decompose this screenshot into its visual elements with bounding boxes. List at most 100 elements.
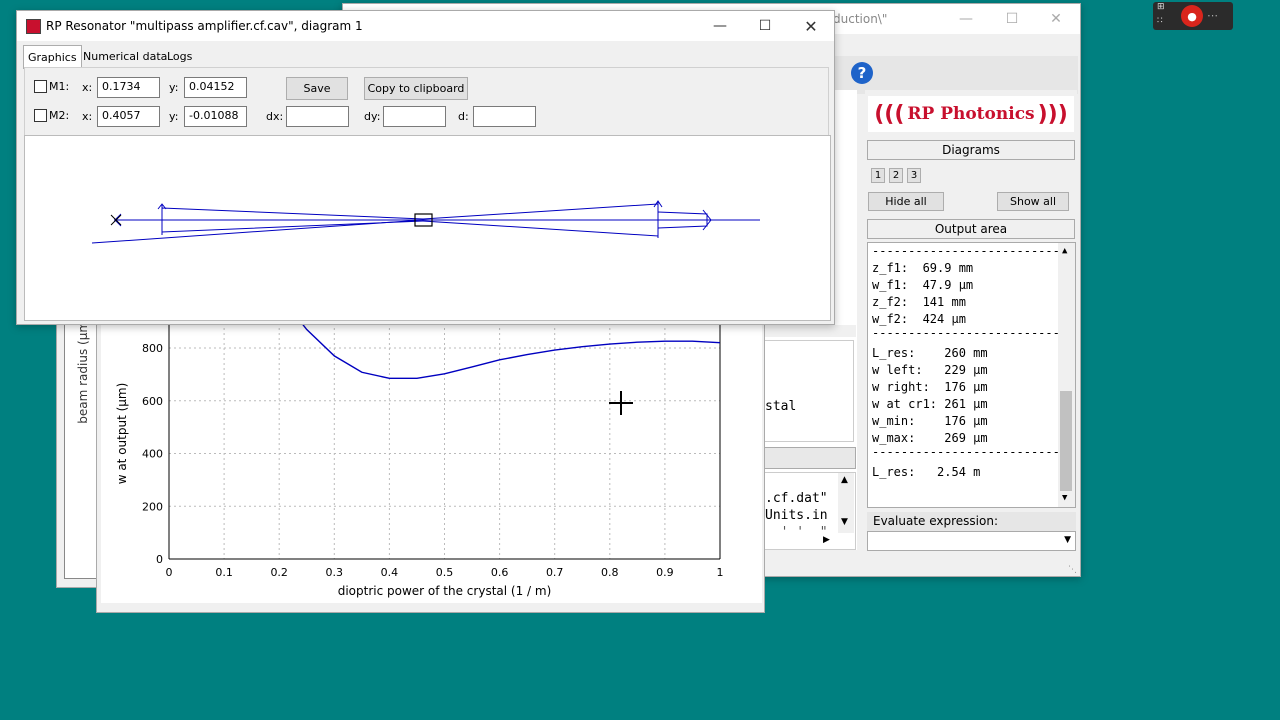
x-tick-label: 0.3 <box>326 566 344 579</box>
window-title: RP Resonator "multipass amplifier.cf.cav… <box>46 19 363 33</box>
output-lines: ------------------------------ z_f1: 69.… <box>872 245 1058 481</box>
resize-grip-icon[interactable]: ⋱ <box>1068 565 1077 575</box>
output-line: w at cr1: 261 µm <box>872 397 988 411</box>
main-output-fragment: stal <box>764 340 854 442</box>
chevron-up-icon[interactable]: ▲ <box>841 475 848 485</box>
close-icon[interactable]: ✕ <box>788 11 834 41</box>
diagram-window: RP Resonator "multipass amplifier.cf.cav… <box>16 10 835 325</box>
y-tick-label: 0 <box>156 553 163 566</box>
output-line: w right: 176 µm <box>872 380 988 394</box>
main-gray-strip <box>764 325 856 337</box>
app-icon <box>26 19 41 34</box>
output-line: ------------------------------ <box>872 326 1058 340</box>
x-axis-label: dioptric power of the crystal (1 / m) <box>338 584 552 598</box>
copy-to-clipboard-button[interactable]: Copy to clipboard <box>364 77 468 100</box>
diagram-button-1[interactable]: 1 <box>871 168 885 183</box>
diagram-button-3[interactable]: 3 <box>907 168 921 183</box>
crosshair-cursor <box>620 391 622 415</box>
tab-graphics[interactable]: Graphics <box>23 45 82 69</box>
main-script-header <box>764 447 856 469</box>
m2-y-label: y: <box>169 110 179 123</box>
chevron-down-icon[interactable]: ▼ <box>1062 493 1067 503</box>
script-line: ' ' " <box>765 525 828 540</box>
series-line <box>300 323 721 380</box>
m1-checkbox[interactable] <box>34 80 47 93</box>
m2-checkbox[interactable] <box>34 109 47 122</box>
m1-label: M1: <box>49 80 70 93</box>
m1-x-field[interactable]: 0.1734 <box>97 77 160 98</box>
x-tick-label: 1 <box>717 566 724 579</box>
evaluate-label: Evaluate expression: <box>867 512 1076 531</box>
chevron-down-icon[interactable]: ▼ <box>841 517 848 527</box>
y-tick-label: 600 <box>142 395 163 408</box>
output-line: L_res: 2.54 m <box>872 465 981 479</box>
widget-settings-icon[interactable]: ⋯ <box>1207 9 1218 22</box>
maximize-icon[interactable]: ☐ <box>742 11 788 41</box>
scrollbar-thumb[interactable] <box>1060 391 1072 491</box>
x-tick-label: 0.2 <box>270 566 288 579</box>
dx-label: dx: <box>266 110 284 123</box>
m1-y-label: y: <box>169 81 179 94</box>
logo-right-arcs: ))) <box>1037 101 1068 127</box>
m1-y-field[interactable]: 0.04152 <box>184 77 247 98</box>
x-tick-label: 0 <box>166 566 173 579</box>
tab-logs[interactable]: Logs <box>163 45 196 67</box>
microphone-icon[interactable]: ● <box>1181 5 1203 27</box>
maximize-icon[interactable]: ☐ <box>989 4 1035 34</box>
minimize-icon[interactable]: — <box>943 4 989 34</box>
x-tick-label: 0.5 <box>436 566 454 579</box>
m2-label: M2: <box>49 109 70 122</box>
m1-x-label: x: <box>82 81 93 94</box>
show-all-button[interactable]: Show all <box>997 192 1069 211</box>
diagram-titlebar: RP Resonator "multipass amplifier.cf.cav… <box>17 11 834 41</box>
output-line: z_f1: 69.9 mm <box>872 261 974 275</box>
x-tick-label: 0.6 <box>491 566 509 579</box>
m2-y-field[interactable]: -0.01088 <box>184 106 247 127</box>
logo-text: RP Photonics <box>907 104 1035 124</box>
script-line: .cf.dat" <box>765 491 828 506</box>
x-tick-label: 0.4 <box>381 566 399 579</box>
help-icon[interactable]: ? <box>851 62 873 84</box>
hide-all-button[interactable]: Hide all <box>868 192 944 211</box>
tab-numerical-data[interactable]: Numerical data <box>79 45 171 67</box>
close-icon[interactable]: ✕ <box>1033 4 1079 34</box>
output-line: L_res: 260 mm <box>872 346 988 360</box>
diagrams-header: Diagrams <box>867 140 1075 160</box>
m2-x-field[interactable]: 0.4057 <box>97 106 160 127</box>
y-tick-label: 400 <box>142 448 163 461</box>
output-line: w_min: 176 µm <box>872 414 988 428</box>
recording-widget: ⊞ ∷ ● ⋯ <box>1153 2 1233 30</box>
output-scrollbar[interactable]: ▲ ▼ <box>1058 243 1075 507</box>
output-line: ------------------------------ <box>872 445 1058 459</box>
script-scrollbar[interactable]: ▲ ▼ <box>838 473 854 533</box>
widget-grid-icon[interactable]: ∷ <box>1157 16 1163 26</box>
outer-ylabel: beam radius (µm) <box>76 316 90 424</box>
dy-field[interactable] <box>383 106 446 127</box>
main-script-editor: .cf.dat" Units.in ' ' " ▲ ▼ ▶ <box>764 472 856 550</box>
minimize-icon[interactable]: — <box>697 11 743 41</box>
resonator-graphic <box>24 135 831 321</box>
logo-left-arcs: ((( <box>874 101 905 127</box>
output-area: ------------------------------ z_f1: 69.… <box>867 242 1076 508</box>
output-area-header: Output area <box>867 219 1075 239</box>
chevron-down-icon[interactable]: ▼ <box>1064 535 1071 545</box>
save-button[interactable]: Save <box>286 77 348 100</box>
output-line: w_f1: 47.9 µm <box>872 278 974 292</box>
diagram-button-2[interactable]: 2 <box>889 168 903 183</box>
main-output-text: stal <box>765 399 797 414</box>
x-tick-label: 0.9 <box>656 566 674 579</box>
chevron-up-icon[interactable]: ▲ <box>1062 246 1067 256</box>
chevron-right-icon[interactable]: ▶ <box>823 535 830 545</box>
d-field[interactable] <box>473 106 536 127</box>
widget-plus-icon[interactable]: ⊞ <box>1157 2 1165 12</box>
y-axis-label: w at output (µm) <box>115 383 129 485</box>
tab-strip: Graphics Numerical data Logs <box>21 45 829 69</box>
output-line: w left: 229 µm <box>872 363 988 377</box>
dx-field[interactable] <box>286 106 349 127</box>
output-line: z_f2: 141 mm <box>872 295 966 309</box>
evaluate-input[interactable]: ▼ <box>867 531 1076 551</box>
x-tick-label: 0.8 <box>601 566 619 579</box>
script-line: Units.in <box>765 508 828 523</box>
x-tick-label: 0.7 <box>546 566 564 579</box>
x-tick-label: 0.1 <box>215 566 233 579</box>
